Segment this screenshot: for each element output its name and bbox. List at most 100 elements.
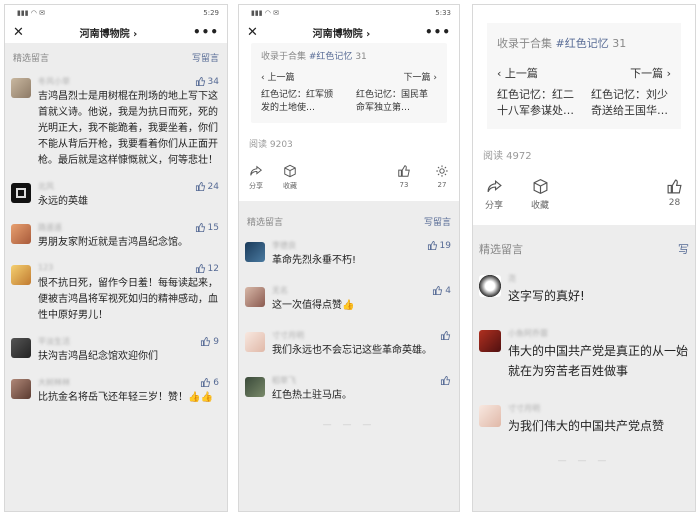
avatar: [245, 377, 265, 397]
article-nav: ‹ 上一篇 红色记忆：红军颁发的土地使… 下一篇 › 红色记忆：国民革命军独立第…: [261, 70, 437, 115]
comments-title: 精选留言: [479, 243, 523, 256]
like-count: 4: [445, 285, 451, 296]
comment-item: 稻草飞 红色热土驻马店。: [239, 369, 459, 414]
avatar: [245, 287, 265, 307]
loading-indicator: — — —: [557, 456, 611, 466]
gear-icon: [436, 165, 448, 177]
close-icon[interactable]: ✕: [247, 25, 258, 40]
prev-label: ‹ 上一篇: [261, 73, 295, 83]
clock: 5:29: [203, 9, 219, 17]
favorite-button[interactable]: 收藏: [531, 178, 549, 211]
comment-item: 寸寸月明 为我们伟大的中国共产党点赞: [473, 395, 695, 450]
like-count: 6: [213, 377, 219, 388]
thumbs-up-icon: [201, 377, 211, 388]
thumbs-up-icon: [427, 240, 437, 251]
next-article-link[interactable]: 下一篇 › 红色记忆：国民革命军独立第…: [356, 70, 437, 115]
commenter-name: 李德良: [272, 241, 296, 250]
like-button[interactable]: 6: [200, 377, 219, 388]
avatar: [479, 330, 501, 352]
like-button[interactable]: 4: [432, 285, 451, 296]
commenter-name: 123: [38, 263, 54, 272]
like-button[interactable]: 34: [195, 76, 219, 87]
comment-item: 平淡生活 扶沟吉鸿昌纪念馆欢迎你们 9: [5, 330, 227, 371]
comment-text: 男朋友家附近就是吉鸿昌纪念馆。: [38, 237, 188, 248]
thumbs-up-icon: [667, 179, 682, 194]
comment-text: 这一次值得点赞👍: [272, 300, 355, 311]
favorite-label: 收藏: [283, 182, 297, 190]
comment-item: 小鱼阿乔蓉 伟大的中国共产党是真正的从一始就在为穷苦老百姓做事: [473, 320, 695, 395]
comments-title: 精选留言: [247, 218, 284, 228]
comment-text: 为我们伟大的中国共产党点赞: [508, 419, 665, 433]
account-title[interactable]: 河南博物院 ›: [313, 25, 371, 40]
comment-item: 北风 永远的英雄 24: [5, 175, 227, 216]
comment-item: 李德良 革命先烈永垂不朽! 19: [239, 234, 459, 279]
like-button[interactable]: 24: [195, 181, 219, 192]
avatar: [11, 78, 31, 98]
like-button[interactable]: [440, 330, 451, 341]
collection-count: 31: [612, 37, 627, 50]
like-count: 19: [439, 240, 451, 251]
share-button[interactable]: 分享: [485, 178, 503, 211]
commenter-name: 路遥遥: [38, 223, 62, 232]
like-button[interactable]: 12: [195, 263, 219, 274]
like-count: 24: [207, 181, 219, 192]
collection-label[interactable]: 收录于合集 #红色记忆 31: [497, 31, 671, 59]
like-article-button[interactable]: 28: [666, 178, 683, 211]
next-article-link[interactable]: 下一篇 › 红色记忆：刘少奇送给王国华…: [591, 65, 671, 119]
watching-count: 27: [437, 181, 447, 189]
action-bar: 分享 收藏 28: [473, 172, 695, 225]
write-comment-button[interactable]: 写留言: [192, 51, 219, 64]
prev-article-link[interactable]: ‹ 上一篇 红色记忆：红军颁发的土地使…: [261, 70, 342, 115]
prev-title: 红色记忆：红军颁发的土地使…: [261, 90, 334, 113]
comment-text: 伟大的中国共产党是真正的从一始就在为穷苦老百姓做事: [508, 344, 689, 378]
comment-text: 吉鸿昌烈士是用树棍在刑场的地上写下这首就义诗。他说，我是为抗日而死，死的光明正大…: [38, 91, 218, 166]
phone-screen-2: ▮▮▮ ◠ ✉ 5:33 ✕ 河南博物院 › ••• 收录于合集 #红色记忆 3…: [238, 4, 460, 512]
account-title[interactable]: 河南博物院 ›: [80, 25, 138, 40]
write-comment-button[interactable]: 写留言: [424, 215, 451, 228]
prev-article-link[interactable]: ‹ 上一篇 红色记忆：红二十八军参谋处…: [497, 65, 577, 119]
comment-text: 扶沟吉鸿昌纪念馆欢迎你们: [38, 351, 158, 362]
like-count: 15: [207, 222, 219, 233]
like-article-button[interactable]: 73: [397, 164, 411, 191]
phone-screen-3: 收录于合集 #红色记忆 31 ‹ 上一篇 红色记忆：红二十八军参谋处… 下一篇 …: [472, 4, 696, 512]
comment-text: 恨不抗日死，留作今日羞！每每读起来，便被吉鸿昌将军视死如归的精神感动，血性中原好…: [38, 278, 218, 321]
avatar: [479, 275, 501, 297]
collection-tag[interactable]: #红色记忆: [309, 52, 353, 62]
like-button[interactable]: 19: [427, 240, 451, 251]
thumbs-up-icon: [440, 330, 451, 341]
comment-text: 永远的英雄: [38, 196, 88, 207]
thumbs-up-icon: [195, 181, 205, 192]
comments-title: 精选留言: [13, 54, 50, 64]
read-count: 阅读 4972: [473, 139, 695, 172]
cube-icon: [533, 178, 547, 195]
comment-item: 冬风小草 吉鸿昌烈士是用树棍在刑场的地上写下这首就义诗。他说，我是为抗日而死，死…: [5, 70, 227, 175]
comment-item: 大树林林 比抗金名将岳飞还年轻三岁！赞！👍👍 6: [5, 371, 227, 412]
share-icon: [250, 165, 263, 176]
next-label: 下一篇 ›: [630, 67, 671, 80]
like-button[interactable]: 9: [200, 336, 219, 347]
favorite-label: 收藏: [531, 201, 550, 211]
collection-prefix: 收录于合集: [497, 37, 552, 50]
more-icon[interactable]: •••: [425, 25, 451, 39]
commenter-name: 北风: [38, 182, 54, 191]
like-count: 9: [213, 336, 219, 347]
like-button[interactable]: [440, 375, 451, 386]
collection-label[interactable]: 收录于合集 #红色记忆 31: [261, 45, 437, 70]
collection-tag[interactable]: #红色记忆: [556, 37, 609, 50]
like-button[interactable]: 15: [195, 222, 219, 233]
more-icon[interactable]: •••: [193, 25, 219, 39]
commenter-name: 寸寸月明: [272, 331, 304, 340]
thumbs-up-icon: [398, 165, 410, 177]
watching-button[interactable]: 27: [435, 164, 449, 191]
thumbs-up-icon: [195, 76, 205, 87]
favorite-button[interactable]: 收藏: [283, 164, 297, 191]
share-button[interactable]: 分享: [249, 164, 263, 191]
avatar: [11, 265, 31, 285]
avatar: [479, 405, 501, 427]
read-count: 阅读 9203: [239, 123, 459, 158]
clock: 5:33: [435, 9, 451, 17]
write-comment-button[interactable]: 写: [678, 241, 689, 257]
status-bar: ▮▮▮ ◠ ✉ 5:29: [5, 5, 227, 21]
comments-header: 精选留言 写留言: [239, 201, 459, 234]
close-icon[interactable]: ✕: [13, 25, 24, 40]
